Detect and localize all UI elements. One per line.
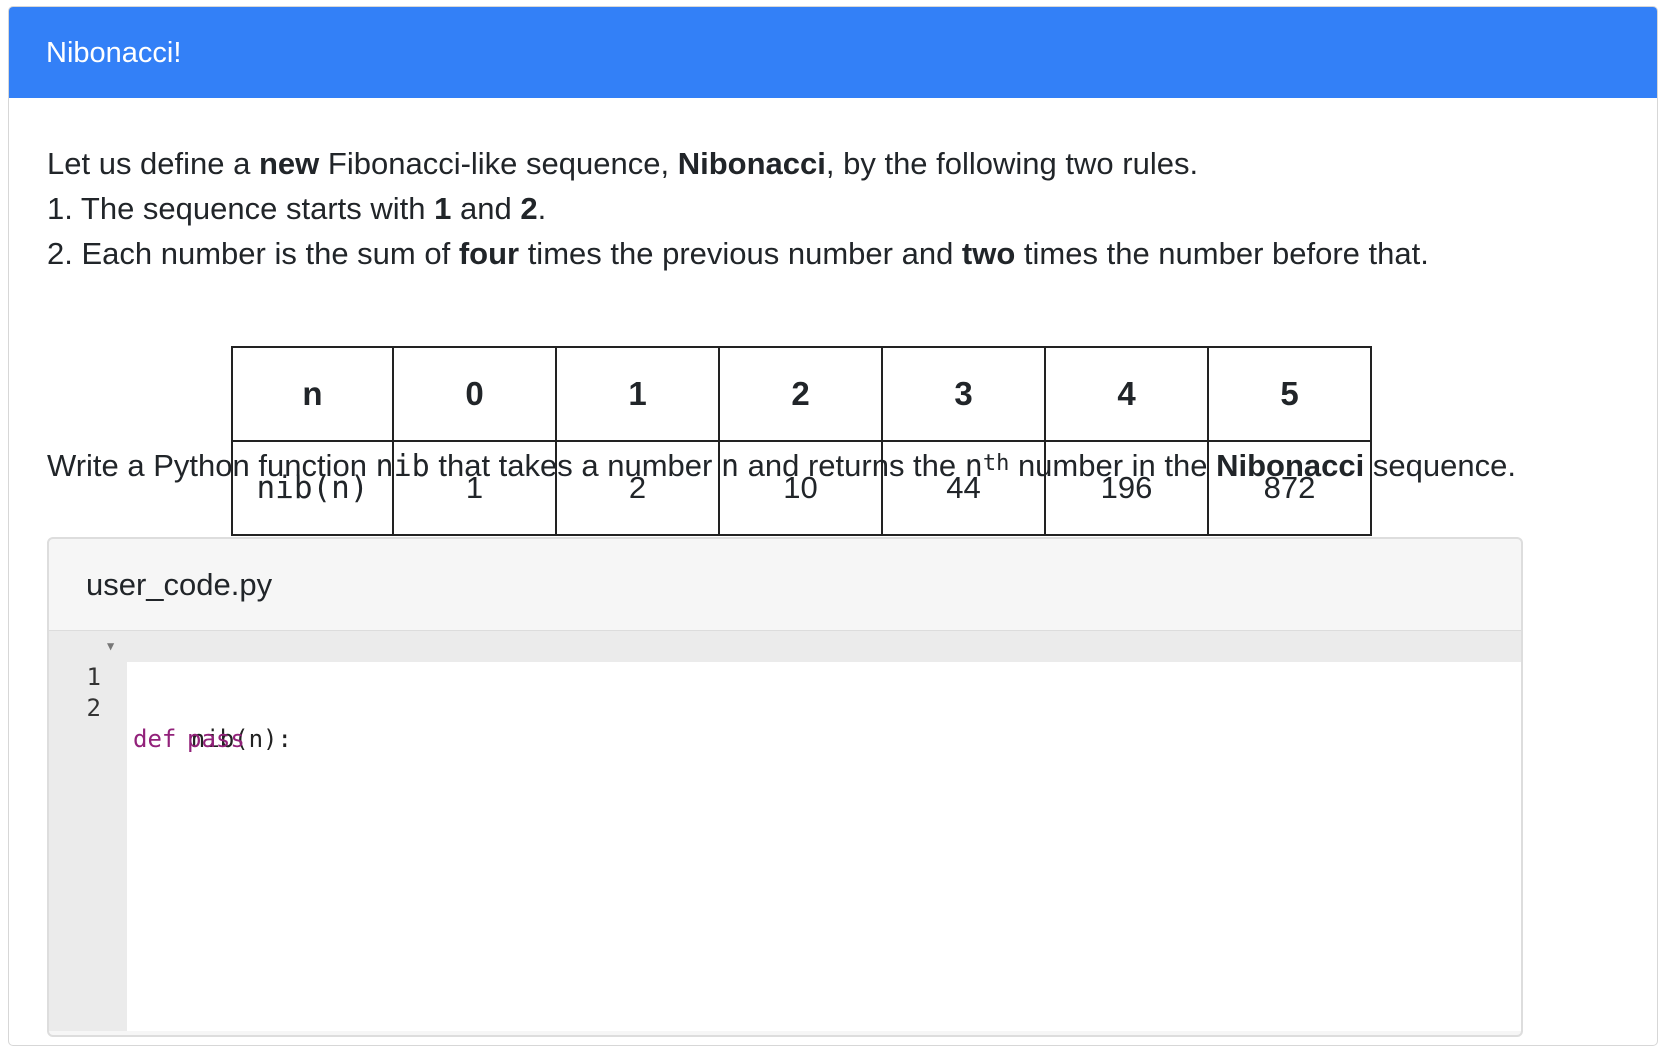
table-header-row: n 0 1 2 3 4 5 bbox=[231, 346, 1372, 442]
problem-description: Let us define a new Fibonacci-like seque… bbox=[47, 141, 1619, 276]
card-header: Nibonacci! bbox=[9, 7, 1657, 98]
intro-line-1: Let us define a new Fibonacci-like seque… bbox=[47, 141, 1619, 186]
text: times the number before that. bbox=[1015, 236, 1429, 271]
text: number in the bbox=[1009, 448, 1217, 483]
table-cell-n: 0 bbox=[392, 346, 557, 442]
text: and bbox=[451, 191, 521, 226]
text: sequence. bbox=[1364, 448, 1516, 483]
text: and returns the bbox=[739, 448, 965, 483]
table-cell-n: 1 bbox=[555, 346, 720, 442]
code-editor[interactable]: 1 ▼ def nib(n): 2 pass bbox=[49, 631, 1521, 1031]
editor-filename: user_code.py bbox=[49, 539, 1521, 631]
bold-text: four bbox=[458, 236, 520, 271]
text: Write a Python function bbox=[47, 448, 376, 483]
bold-text: Nibonacci bbox=[677, 146, 826, 181]
text: 2. Each number is the sum of bbox=[47, 236, 459, 271]
page-title: Nibonacci! bbox=[46, 37, 182, 69]
header-label-n: n bbox=[231, 346, 394, 442]
inline-code: n bbox=[720, 449, 740, 484]
table-cell-n: 2 bbox=[718, 346, 883, 442]
keyword: pass bbox=[187, 725, 245, 753]
superscript: th bbox=[982, 451, 1010, 476]
text: times the previous number and bbox=[519, 236, 962, 271]
problem-card: Nibonacci! Let us define a new Fibonacci… bbox=[8, 6, 1658, 1046]
code-line[interactable]: 2 pass bbox=[49, 662, 1521, 753]
table-cell-n: 5 bbox=[1207, 346, 1372, 442]
text: 1. The sequence starts with bbox=[47, 191, 435, 226]
table-cell-n: 3 bbox=[881, 346, 1046, 442]
text: that takes a number bbox=[429, 448, 721, 483]
text: Fibonacci-like sequence, bbox=[319, 146, 678, 181]
bold-text: 1 bbox=[434, 191, 452, 226]
sequence-table: n 0 1 2 3 4 5 nib(n) 1 2 10 44 196 872 bbox=[231, 346, 1372, 536]
inline-code: n bbox=[964, 449, 983, 484]
text: . bbox=[537, 191, 547, 226]
fold-arrow-icon[interactable]: ▼ bbox=[107, 631, 114, 662]
inline-code: nib bbox=[375, 449, 430, 484]
bold-text: 2 bbox=[520, 191, 538, 226]
text: Let us define a bbox=[47, 146, 259, 181]
card-body: Let us define a new Fibonacci-like seque… bbox=[9, 141, 1657, 536]
text: , by the following two rules. bbox=[825, 146, 1199, 181]
bold-text: Nibonacci bbox=[1216, 448, 1365, 483]
table-cell-n: 4 bbox=[1044, 346, 1209, 442]
intro-line-2: 1. The sequence starts with 1 and 2. bbox=[47, 186, 1619, 231]
task-description: Write a Python function nib that takes a… bbox=[47, 442, 1547, 494]
bold-text: two bbox=[961, 236, 1016, 271]
bold-text: new bbox=[259, 146, 320, 181]
code-text: pass bbox=[187, 724, 245, 755]
line-number: 2 bbox=[86, 694, 101, 722]
code-editor-panel: user_code.py 1 ▼ def nib(n): 2 pass bbox=[47, 537, 1523, 1037]
code-line[interactable]: 1 ▼ def nib(n): bbox=[49, 631, 1521, 753]
intro-line-3: 2. Each number is the sum of four times … bbox=[47, 231, 1619, 276]
